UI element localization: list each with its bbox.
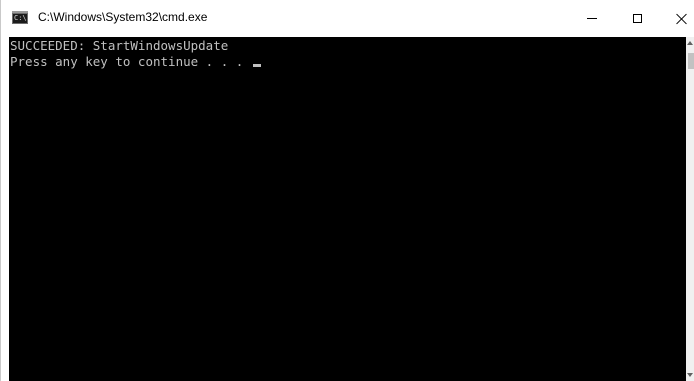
window-title: C:\Windows\System32\cmd.exe [38, 10, 208, 24]
text-cursor [252, 64, 261, 67]
console-output[interactable]: SUCCEEDED: StartWindowsUpdate Press any … [9, 37, 686, 381]
scroll-thumb[interactable] [688, 53, 694, 69]
cmd-window: C:\ C:\Windows\System32\cmd.exe SUCCEEDE… [0, 0, 694, 381]
close-button[interactable] [659, 0, 694, 37]
vertical-scrollbar[interactable] [686, 37, 694, 381]
scroll-up-arrow-icon[interactable] [687, 41, 693, 45]
cmd-console-icon[interactable]: C:\ [12, 11, 28, 24]
maximize-icon [632, 14, 642, 23]
console-line-text: Press any key to continue . . . [10, 54, 251, 69]
minimize-icon [587, 18, 597, 19]
minimize-button[interactable] [569, 0, 615, 37]
close-icon [676, 13, 688, 25]
title-bar[interactable]: C:\ C:\Windows\System32\cmd.exe [1, 0, 694, 37]
console-line: SUCCEEDED: StartWindowsUpdate [10, 38, 228, 54]
maximize-button[interactable] [614, 0, 660, 37]
console-line: Press any key to continue . . . [10, 54, 261, 70]
console-line-text: SUCCEEDED: StartWindowsUpdate [10, 38, 229, 53]
scroll-down-arrow-icon[interactable] [687, 373, 693, 377]
